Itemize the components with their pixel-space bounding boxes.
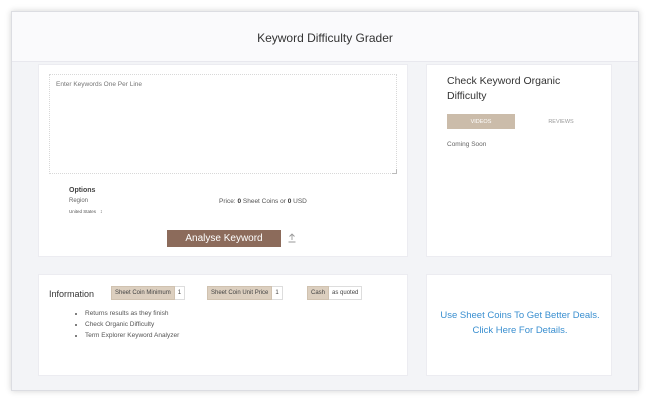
list-item: Term Explorer Keyword Analyzer [85, 332, 179, 339]
price-usd: 0 [287, 198, 292, 205]
tag-key: Sheet Coin Minimum [111, 286, 175, 300]
tag-value: 1 [272, 286, 283, 300]
keywords-textarea[interactable] [49, 74, 397, 174]
side-panel-title: Check Keyword Organic Difficulty [447, 75, 561, 102]
price-coins: 0 [237, 198, 242, 205]
tag-value: 1 [174, 286, 186, 300]
sheet-coins-promo-link[interactable]: Use Sheet Coins To Get Better Deals. Cli… [437, 308, 603, 338]
tag-sheet-coin-unit-price: Sheet Coin Unit Price 1 [207, 286, 283, 300]
information-panel: Information Sheet Coin Minimum 1 Sheet C… [38, 274, 408, 376]
resize-grip[interactable] [392, 169, 397, 174]
region-value: United States [69, 209, 97, 214]
region-select[interactable]: United States ↕ [69, 207, 117, 216]
organic-difficulty-panel: Check Keyword Organic Difficulty VIDEOS … [426, 64, 612, 257]
upload-icon[interactable] [287, 233, 297, 243]
price-text: Price: 0 Sheet Coins or 0 USD [219, 198, 307, 205]
app-frame: Keyword Difficulty Grader Options Region… [11, 11, 639, 391]
tab-videos[interactable]: VIDEOS [447, 114, 515, 129]
tag-key: Cash [307, 286, 330, 300]
select-arrows-icon: ↕ [100, 208, 103, 215]
region-label: Region [69, 198, 89, 204]
information-title: Information [49, 289, 95, 299]
information-list: Returns results as they finish Check Org… [85, 310, 179, 343]
price-middle: Sheet Coins or [242, 198, 286, 205]
coming-soon-text: Coming Soon [447, 141, 487, 148]
tag-sheet-coin-minimum: Sheet Coin Minimum 1 [111, 286, 186, 300]
keyword-input-panel: Options Region United States ↕ Price: 0 … [38, 64, 408, 257]
list-item: Returns results as they finish [85, 310, 179, 317]
price-prefix: Price: [219, 198, 236, 205]
tag-cash: Cash as quoted [307, 286, 363, 300]
page-title: Keyword Difficulty Grader [257, 31, 393, 45]
price-suffix: USD [293, 198, 307, 205]
tag-key: Sheet Coin Unit Price [207, 286, 273, 300]
options-label: Options [69, 187, 96, 194]
page-header: Keyword Difficulty Grader [12, 12, 638, 62]
tag-value: as quoted [329, 286, 363, 300]
list-item: Check Organic Difficulty [85, 321, 179, 328]
promo-panel: Use Sheet Coins To Get Better Deals. Cli… [426, 274, 612, 376]
tab-reviews[interactable]: REVIEWS [527, 114, 595, 129]
analyse-keyword-button[interactable]: Analyse Keyword [167, 230, 281, 247]
